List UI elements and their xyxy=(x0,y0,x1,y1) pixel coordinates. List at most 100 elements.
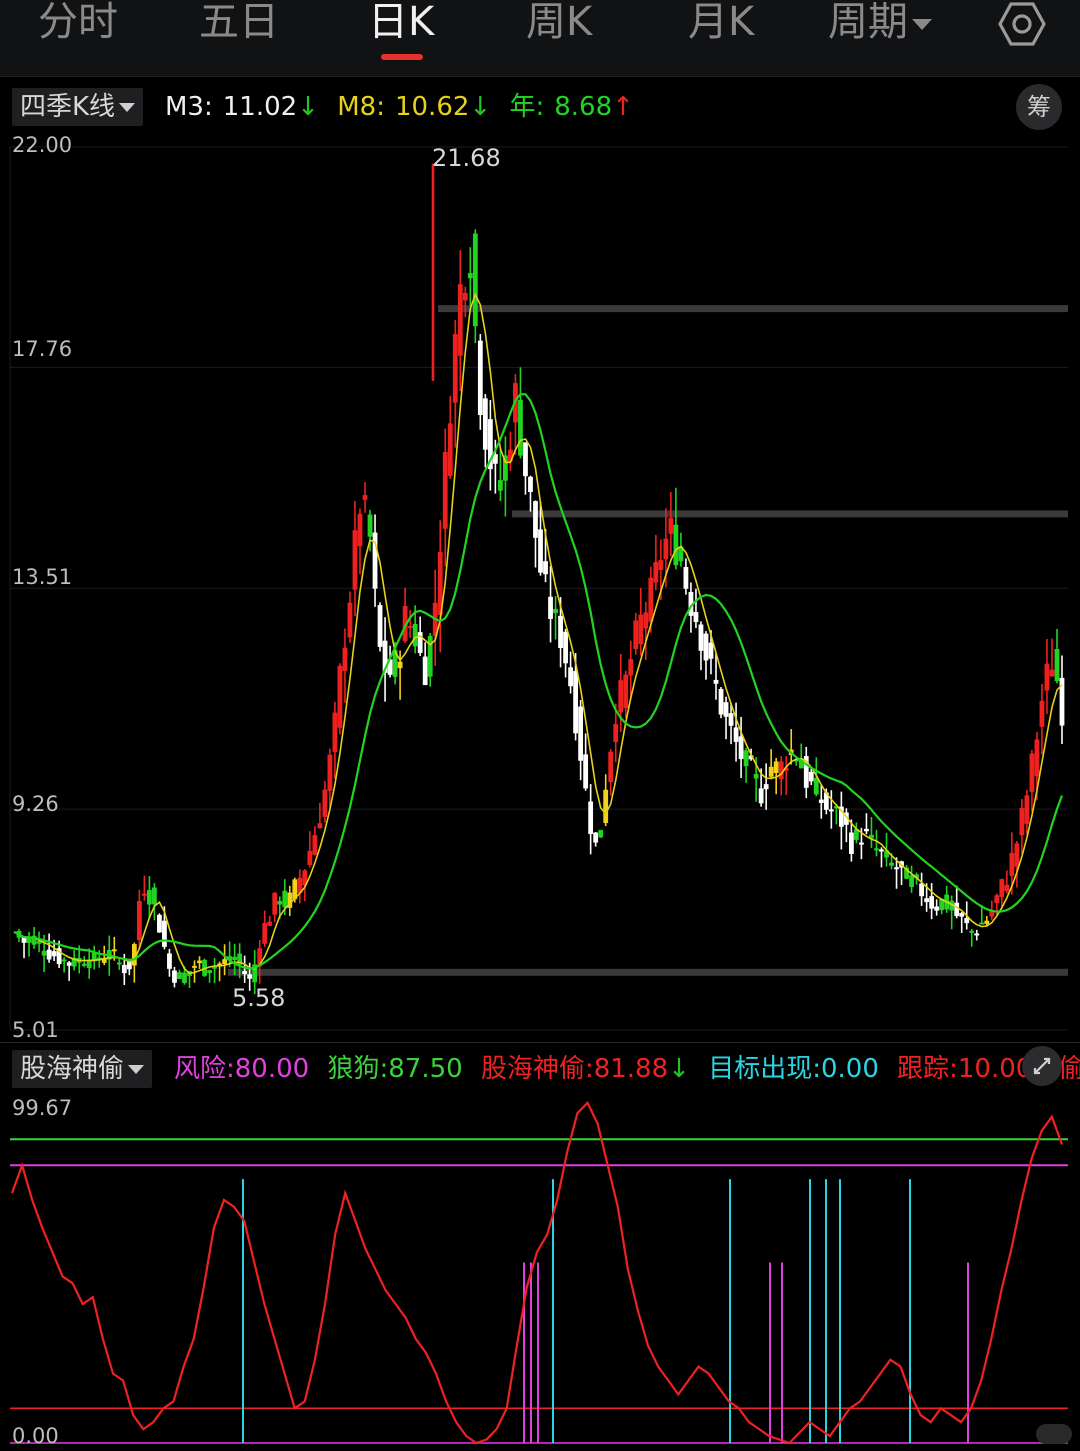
candle-body xyxy=(653,561,659,583)
candle-body xyxy=(167,953,172,969)
candle-body xyxy=(813,777,819,795)
candle-body xyxy=(633,620,639,650)
price-level-bar xyxy=(228,968,1068,976)
tab-yuek[interactable]: 月K xyxy=(688,0,754,50)
expand-button[interactable] xyxy=(1022,1046,1062,1086)
candle-body xyxy=(322,789,328,817)
candle-body xyxy=(999,879,1005,897)
candle-body xyxy=(192,965,197,968)
candle-body xyxy=(603,789,609,824)
candle-body xyxy=(974,933,980,936)
candle-body xyxy=(1044,663,1050,691)
candle-body xyxy=(964,918,970,924)
candle-body xyxy=(352,530,358,590)
candle-body xyxy=(447,423,453,476)
candle-body xyxy=(738,736,744,760)
candle-body xyxy=(46,949,52,960)
candle-body xyxy=(623,674,629,709)
candle-body xyxy=(1034,739,1040,777)
candle-body xyxy=(497,480,503,491)
candle-body xyxy=(979,922,985,925)
candle-body xyxy=(267,921,273,926)
candle-body xyxy=(1029,753,1035,792)
candle-body xyxy=(598,830,604,838)
up-arrow-icon: ↑ xyxy=(612,92,634,122)
candle-body xyxy=(723,702,729,717)
candle-body xyxy=(197,960,202,964)
m8-label: M8: xyxy=(337,92,385,122)
candle-body xyxy=(763,784,769,790)
low-price-label: 5.58 xyxy=(232,984,286,1012)
candle-body xyxy=(608,751,614,783)
candle-body xyxy=(743,750,749,767)
candle-body xyxy=(182,972,187,983)
tab-fenshi[interactable]: 分时 xyxy=(38,0,118,50)
tab-zhouk[interactable]: 周K xyxy=(526,0,592,50)
candle-body xyxy=(162,920,167,947)
thief-value: 股海神偷:81.88↓ xyxy=(481,1054,690,1084)
candle-body xyxy=(518,399,523,456)
candle-body xyxy=(929,896,935,909)
tab-rik[interactable]: 日K xyxy=(368,0,434,50)
main-indicator-values: M3: 11.02↓ M8: 10.62↓ 年: 8.68↑ xyxy=(165,90,644,124)
thief-label: 股海神偷: xyxy=(480,1054,594,1084)
candle-body xyxy=(773,761,779,774)
sub-indicator-values: 风险:80.00 狼狗:87.50 股海神偷:81.88↓ 目标出现:0.00 … xyxy=(174,1052,1042,1086)
candle-body xyxy=(367,514,373,537)
tab-zhouqi-label: 周期 xyxy=(828,0,908,45)
price-chart[interactable] xyxy=(0,132,1080,1042)
candle-body xyxy=(703,633,709,661)
high-price-label: 21.68 xyxy=(432,144,501,172)
tab-wuri[interactable]: 五日 xyxy=(199,0,279,50)
candle-body xyxy=(1024,795,1030,824)
down-arrow-icon: ↓ xyxy=(668,1054,690,1084)
candle-body xyxy=(407,625,413,628)
candle-body xyxy=(347,602,353,638)
candle-body xyxy=(718,688,724,715)
tab-zhouqi[interactable]: 周期 xyxy=(828,0,932,50)
candle-body xyxy=(41,950,47,956)
chevron-down-icon xyxy=(119,103,136,112)
candle-body xyxy=(969,930,975,933)
candle-body xyxy=(462,292,468,301)
candle-body xyxy=(548,596,553,619)
candle-body xyxy=(919,883,924,897)
candle-body xyxy=(708,642,714,659)
risk-label: 风险: xyxy=(174,1054,235,1084)
candle-body xyxy=(848,832,854,854)
price-axis-l3: 9.26 xyxy=(12,792,59,816)
candle-body xyxy=(573,670,579,734)
nian-number: 8.68 xyxy=(554,92,613,122)
candle-body xyxy=(758,788,764,804)
settings-button[interactable] xyxy=(996,0,1048,50)
panel-divider xyxy=(0,1042,1080,1043)
candle-body xyxy=(172,970,177,983)
period-tab-bar: 分时 五日 日K 周K 月K 周期 xyxy=(0,0,1080,77)
candle-body xyxy=(959,913,965,917)
candle-body xyxy=(177,972,182,980)
sub-indicator-bar: 股海神偷 风险:80.00 狼狗:87.50 股海神偷:81.88↓ 目标出现:… xyxy=(0,1046,1080,1092)
thief-number: 81.88 xyxy=(593,1054,669,1084)
price-grid xyxy=(9,146,1068,1031)
chip-distribution-button[interactable]: 筹 xyxy=(1016,84,1062,130)
candle-body xyxy=(1049,669,1055,677)
main-indicator-select[interactable]: 四季K线 xyxy=(12,88,144,126)
candle-body xyxy=(909,875,914,887)
sub-axis-top: 99.67 xyxy=(12,1096,73,1120)
candle-body xyxy=(247,974,253,979)
candle-body xyxy=(1019,808,1025,836)
chevron-down-icon xyxy=(912,18,932,30)
sub-indicator-select[interactable]: 股海神偷 xyxy=(12,1050,153,1088)
candle-body xyxy=(538,529,543,573)
candle-body xyxy=(207,970,212,974)
candle-body xyxy=(242,971,248,975)
candle-body xyxy=(136,901,142,941)
m8-number: 10.62 xyxy=(394,92,470,122)
candle-body xyxy=(984,920,990,924)
candle-body xyxy=(663,538,669,560)
gear-icon xyxy=(998,2,1046,46)
track-value: 跟踪:10.00 xyxy=(897,1054,1032,1084)
sub-indicator-chart[interactable] xyxy=(0,1091,1080,1451)
candle-body xyxy=(683,566,689,589)
signal-spikes xyxy=(242,1179,969,1443)
